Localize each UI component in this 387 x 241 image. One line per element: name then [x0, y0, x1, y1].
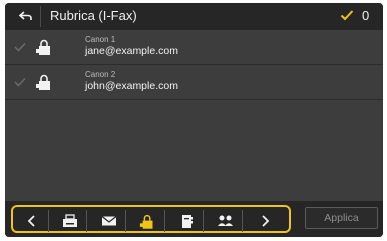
fax-icon: [62, 214, 77, 227]
address-list-item[interactable]: Canon 1 jane@example.com: [5, 31, 383, 65]
header-bar: Rubrica (I-Fax) 0: [5, 3, 383, 30]
address-type-selector: [11, 205, 291, 233]
fax-filter-button[interactable]: [53, 210, 87, 232]
locked-address-book-filter-button[interactable]: [131, 210, 165, 232]
entry-address: john@example.com: [85, 80, 178, 92]
scroll-right-button[interactable]: [248, 210, 281, 232]
back-button[interactable]: [10, 6, 41, 27]
address-book-screen: Rubrica (I-Fax) 0 Canon 1 jane@example.c…: [5, 3, 383, 237]
email-icon: [101, 216, 116, 226]
locked-address-book-icon: [36, 39, 50, 55]
checkmark-icon: [14, 77, 26, 87]
chevron-left-icon: [27, 215, 35, 227]
entry-name: Canon 1: [85, 35, 116, 44]
bottom-toolbar: Applica: [5, 201, 383, 237]
selected-count: 0: [362, 8, 370, 23]
page-title: Rubrica (I-Fax): [50, 8, 137, 23]
checkmark-icon: [340, 10, 354, 21]
apply-button[interactable]: Applica: [305, 207, 378, 229]
back-arrow-icon: [18, 11, 32, 20]
checkmark-icon: [14, 42, 26, 52]
locked-address-book-icon: [139, 214, 152, 229]
address-list-item[interactable]: Canon 2 john@example.com: [5, 66, 383, 100]
group-filter-button[interactable]: [209, 210, 243, 232]
scroll-left-button[interactable]: [15, 210, 49, 232]
entry-name: Canon 2: [85, 70, 116, 79]
phone-book-filter-button[interactable]: [170, 210, 204, 232]
chevron-right-icon: [261, 215, 269, 227]
phone-book-icon: [181, 214, 193, 228]
email-filter-button[interactable]: [92, 210, 126, 232]
group-icon: [218, 215, 233, 226]
locked-address-book-icon: [36, 74, 50, 90]
entry-address: jane@example.com: [85, 45, 178, 57]
